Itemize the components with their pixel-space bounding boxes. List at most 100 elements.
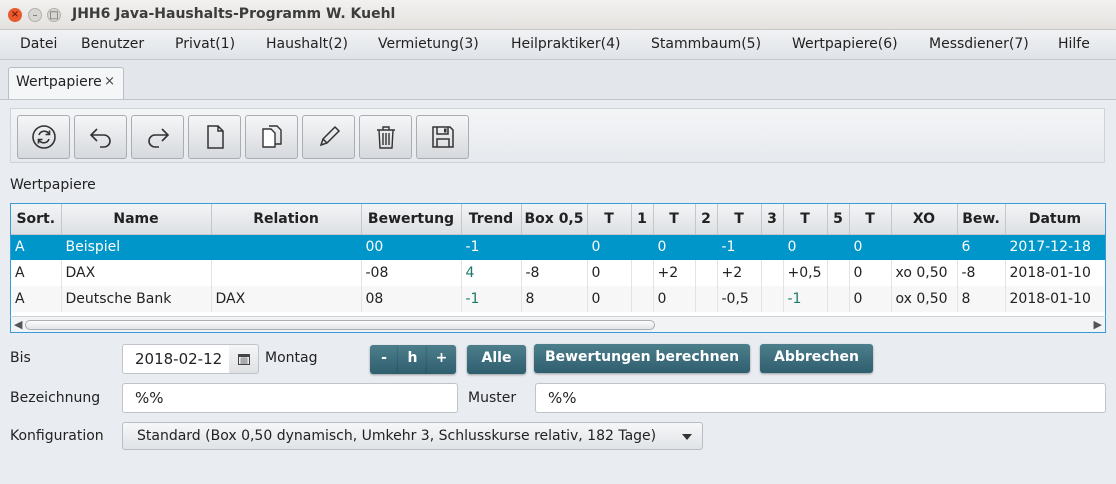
col-header-t5[interactable]: T (849, 204, 892, 235)
menu-stammbaum[interactable]: Stammbaum(5) (651, 36, 761, 52)
table-row[interactable]: A Beispiel 00 -1 0 0 -1 0 0 6 2017-12-18 (11, 234, 1105, 260)
redo-button[interactable] (131, 115, 184, 159)
muster-field[interactable]: %% (535, 383, 1106, 413)
table-cell[interactable] (695, 234, 718, 260)
table-cell[interactable] (891, 234, 958, 260)
table-cell[interactable]: 8 (521, 286, 588, 312)
new-button[interactable] (188, 115, 241, 159)
col-header-xo[interactable]: XO (891, 204, 958, 235)
table-cell[interactable] (211, 260, 362, 286)
table-cell[interactable]: 4 (461, 260, 522, 286)
date-today-button[interactable]: h (398, 345, 427, 374)
table-cell[interactable] (761, 286, 784, 312)
table-cell[interactable]: Deutsche Bank (61, 286, 212, 312)
col-header-sort[interactable]: Sort. (11, 204, 62, 235)
table-cell[interactable]: 8 (957, 286, 1006, 312)
table-cell[interactable]: 2018-01-10 (1005, 286, 1105, 312)
table-cell[interactable]: DAX (61, 260, 212, 286)
table-cell[interactable]: 2018-01-10 (1005, 260, 1105, 286)
menu-vermietung[interactable]: Vermietung(3) (378, 36, 479, 52)
calendar-button[interactable] (229, 344, 259, 374)
menu-heilpraktiker[interactable]: Heilpraktiker(4) (511, 36, 620, 52)
table-cell[interactable] (631, 260, 654, 286)
bewertungen-berechnen-button[interactable]: Bewertungen berechnen (534, 344, 750, 373)
abbrechen-button[interactable]: Abbrechen (760, 344, 873, 373)
table-cell[interactable] (827, 234, 850, 260)
col-header-2[interactable]: 2 (695, 204, 718, 235)
col-header-relation[interactable]: Relation (211, 204, 362, 235)
table-cell[interactable] (521, 234, 588, 260)
table-row[interactable]: A DAX -08 4 -8 0 +2 +2 +0,5 0 xo 0,50 -8 2018-01-10 (11, 260, 1105, 286)
col-header-1[interactable]: 1 (631, 204, 654, 235)
table-cell[interactable]: 00 (361, 234, 462, 260)
table-cell[interactable]: ox 0,50 (891, 286, 958, 312)
col-header-t2[interactable]: T (717, 204, 762, 235)
table-cell[interactable]: -1 (717, 234, 762, 260)
col-header-trend[interactable]: Trend (461, 204, 522, 235)
delete-button[interactable] (359, 115, 412, 159)
save-button[interactable] (416, 115, 469, 159)
table-cell[interactable]: 0 (849, 286, 892, 312)
table-cell[interactable] (631, 234, 654, 260)
table-cell[interactable]: DAX (211, 286, 362, 312)
horizontal-scrollbar[interactable]: ◀ ▶ (10, 316, 1106, 333)
col-header-t0[interactable]: T (587, 204, 632, 235)
table-cell[interactable] (827, 260, 850, 286)
table-cell[interactable] (695, 260, 718, 286)
table-cell[interactable]: 0 (653, 234, 696, 260)
table-cell[interactable]: 0 (849, 260, 892, 286)
col-header-t3[interactable]: T (783, 204, 828, 235)
scroll-right-icon[interactable]: ▶ (1094, 318, 1102, 331)
table-cell[interactable]: 0 (587, 234, 632, 260)
col-header-t1[interactable]: T (653, 204, 696, 235)
menu-hilfe[interactable]: Hilfe (1058, 36, 1090, 52)
table-cell[interactable]: 0 (587, 286, 632, 312)
table-cell[interactable]: -8 (957, 260, 1006, 286)
table-cell[interactable] (631, 286, 654, 312)
table-cell[interactable]: A (11, 286, 62, 312)
table-row[interactable]: A Deutsche Bank DAX 08 -1 8 0 0 -0,5 -1 0 ox 0,50 8 2… (11, 286, 1105, 312)
table-cell[interactable]: Beispiel (61, 234, 212, 260)
table-cell[interactable] (211, 234, 362, 260)
scroll-thumb[interactable] (25, 320, 655, 330)
table-cell[interactable]: 08 (361, 286, 462, 312)
col-header-3[interactable]: 3 (761, 204, 784, 235)
table-cell[interactable] (761, 260, 784, 286)
edit-button[interactable] (302, 115, 355, 159)
konfiguration-select[interactable]: Standard (Box 0,50 dynamisch, Umkehr 3, … (122, 422, 703, 450)
date-minus-button[interactable]: - (370, 345, 398, 374)
menu-privat[interactable]: Privat(1) (175, 36, 235, 52)
window-minimize-icon[interactable]: – (28, 8, 42, 22)
table-cell[interactable] (761, 234, 784, 260)
refresh-button[interactable] (17, 115, 70, 159)
table-cell[interactable]: -1 (461, 234, 522, 260)
date-field[interactable]: 2018-02-12 (122, 344, 230, 374)
menu-haushalt[interactable]: Haushalt(2) (266, 36, 348, 52)
table-cell[interactable]: 6 (957, 234, 1006, 260)
window-close-icon[interactable]: × (8, 8, 22, 22)
bezeichnung-field[interactable]: %% (122, 383, 458, 413)
table-cell[interactable] (827, 286, 850, 312)
table-cell[interactable]: -0,5 (717, 286, 762, 312)
table-cell[interactable]: 2017-12-18 (1005, 234, 1105, 260)
table-cell[interactable]: A (11, 260, 62, 286)
table-cell[interactable]: A (11, 234, 62, 260)
undo-button[interactable] (74, 115, 127, 159)
tab-close-icon[interactable]: × (104, 74, 115, 89)
col-header-5[interactable]: 5 (827, 204, 850, 235)
table-cell[interactable]: 0 (587, 260, 632, 286)
table-cell[interactable]: -1 (783, 286, 828, 312)
table-cell[interactable]: -1 (461, 286, 522, 312)
table-cell[interactable]: 0 (849, 234, 892, 260)
table-cell[interactable]: -08 (361, 260, 462, 286)
table-cell[interactable]: -8 (521, 260, 588, 286)
table-cell[interactable]: +2 (653, 260, 696, 286)
menu-messdiener[interactable]: Messdiener(7) (929, 36, 1029, 52)
table-cell[interactable]: +0,5 (783, 260, 828, 286)
menu-benutzer[interactable]: Benutzer (81, 36, 144, 52)
table-cell[interactable]: 0 (653, 286, 696, 312)
copy-button[interactable] (245, 115, 298, 159)
col-header-bew[interactable]: Bew. (957, 204, 1006, 235)
date-plus-button[interactable]: + (427, 345, 456, 374)
menu-wertpapiere[interactable]: Wertpapiere(6) (792, 36, 898, 52)
